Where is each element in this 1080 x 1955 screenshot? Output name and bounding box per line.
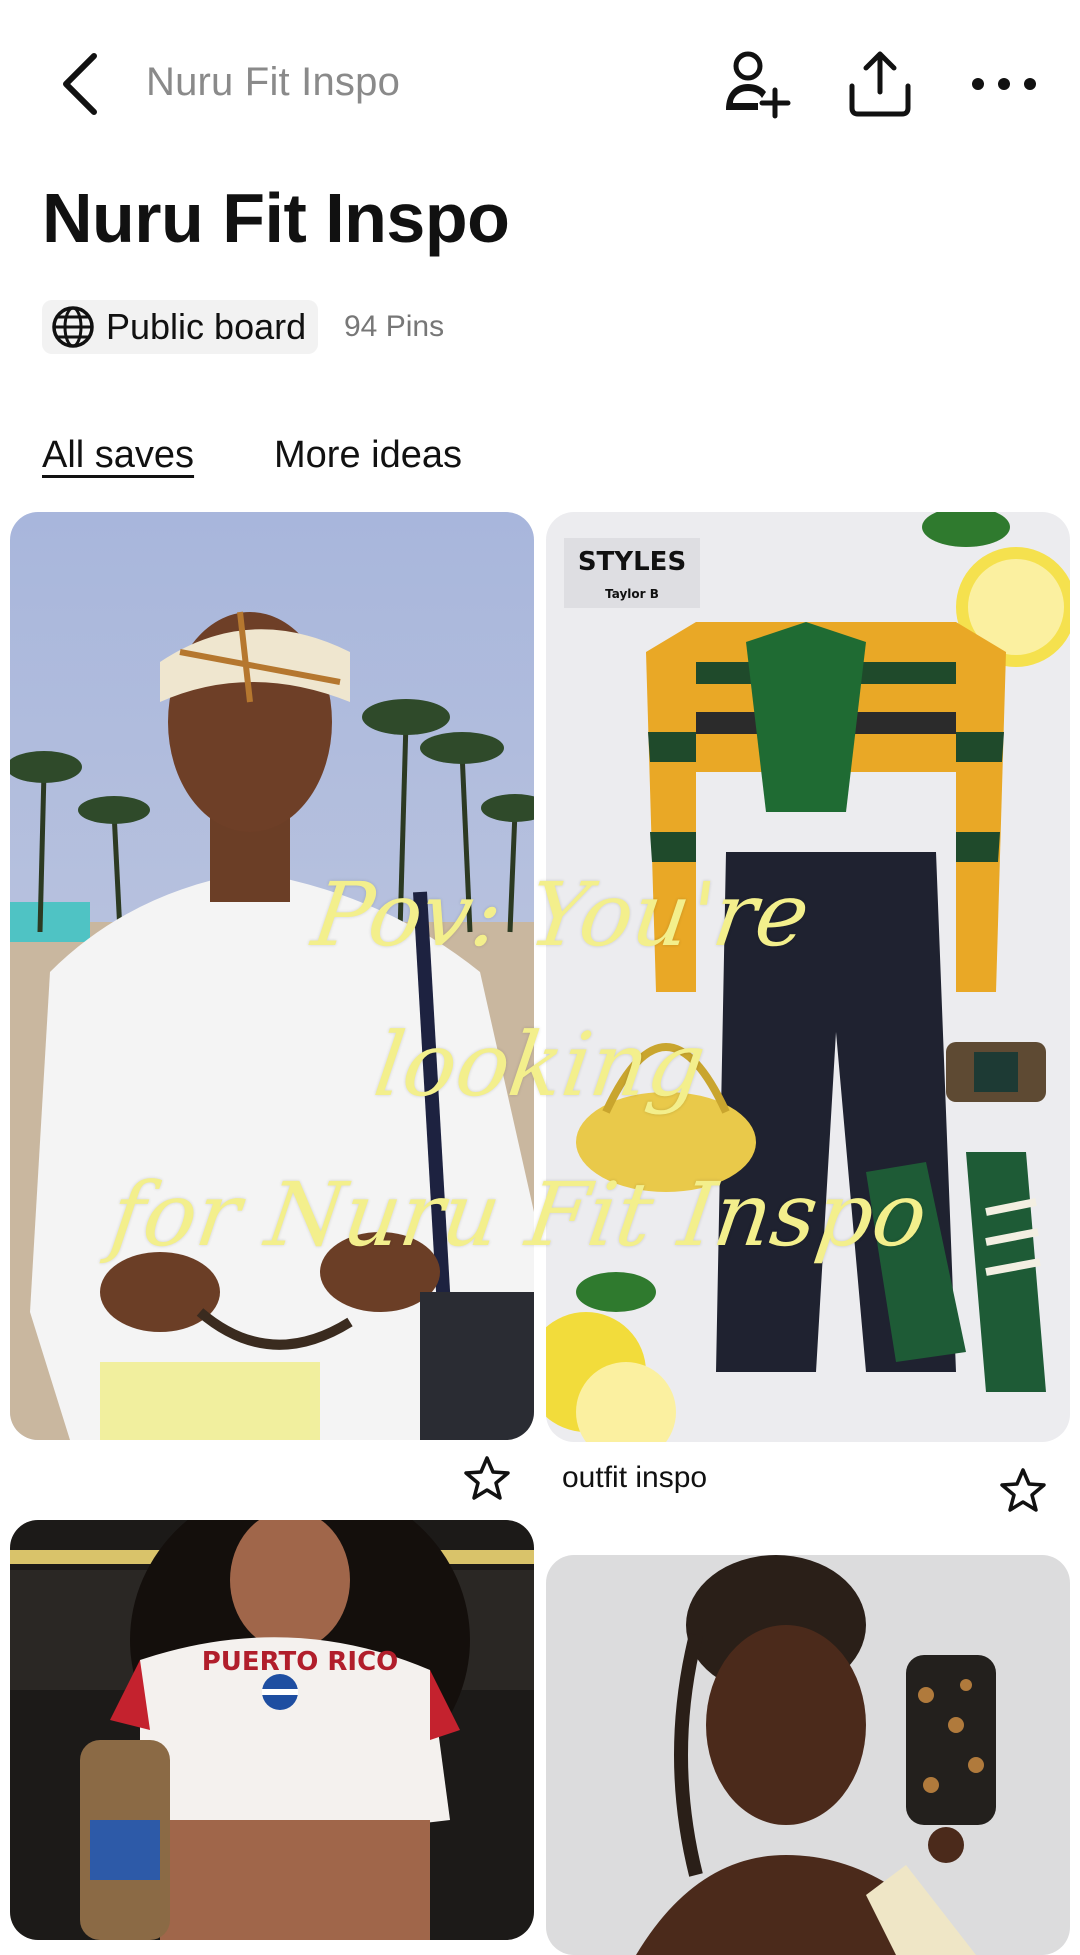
brand-label: STYLES — [578, 547, 686, 577]
brand-sub: Taylor B — [605, 587, 659, 601]
pin-image[interactable] — [546, 1555, 1070, 1955]
share-button[interactable] — [842, 46, 918, 122]
globe-icon — [52, 306, 94, 348]
chevron-left-icon — [63, 53, 97, 115]
pin-image[interactable]: STYLES Taylor B — [546, 512, 1070, 1442]
back-button[interactable] — [52, 48, 112, 120]
star-icon — [1000, 1468, 1046, 1512]
board-title: Nuru Fit Inspo — [42, 179, 510, 257]
add-collaborator-icon — [726, 51, 791, 119]
pin-image[interactable]: PUERTO RICO — [10, 1520, 534, 1940]
tab-all-saves[interactable]: All saves — [42, 434, 194, 477]
visibility-label: Public board — [106, 306, 307, 347]
top-bar: Nuru Fit Inspo — [0, 0, 1080, 170]
more-icon — [972, 78, 1036, 90]
add-collaborator-button[interactable] — [718, 46, 794, 122]
share-icon — [849, 51, 911, 117]
shirt-text: PUERTO RICO — [202, 1647, 399, 1677]
star-icon — [464, 1456, 510, 1500]
outfit-flatlay-image: STYLES Taylor B — [546, 512, 1070, 1442]
save-star-button[interactable] — [462, 1454, 512, 1504]
beach-portrait-photo — [10, 512, 534, 1440]
mirror-selfie-photo — [546, 1555, 1070, 1955]
save-star-button[interactable] — [998, 1466, 1048, 1516]
visibility-chip[interactable]: Public board — [42, 300, 319, 354]
pin-count: 94 Pins — [344, 310, 445, 343]
more-button[interactable] — [966, 46, 1042, 122]
pin-caption[interactable]: outfit inspo — [562, 1461, 707, 1495]
pin-image[interactable] — [10, 512, 534, 1440]
tab-more-ideas[interactable]: More ideas — [274, 434, 462, 477]
topbar-title: Nuru Fit Inspo — [146, 60, 401, 104]
street-portrait-photo: PUERTO RICO — [10, 1520, 534, 1940]
